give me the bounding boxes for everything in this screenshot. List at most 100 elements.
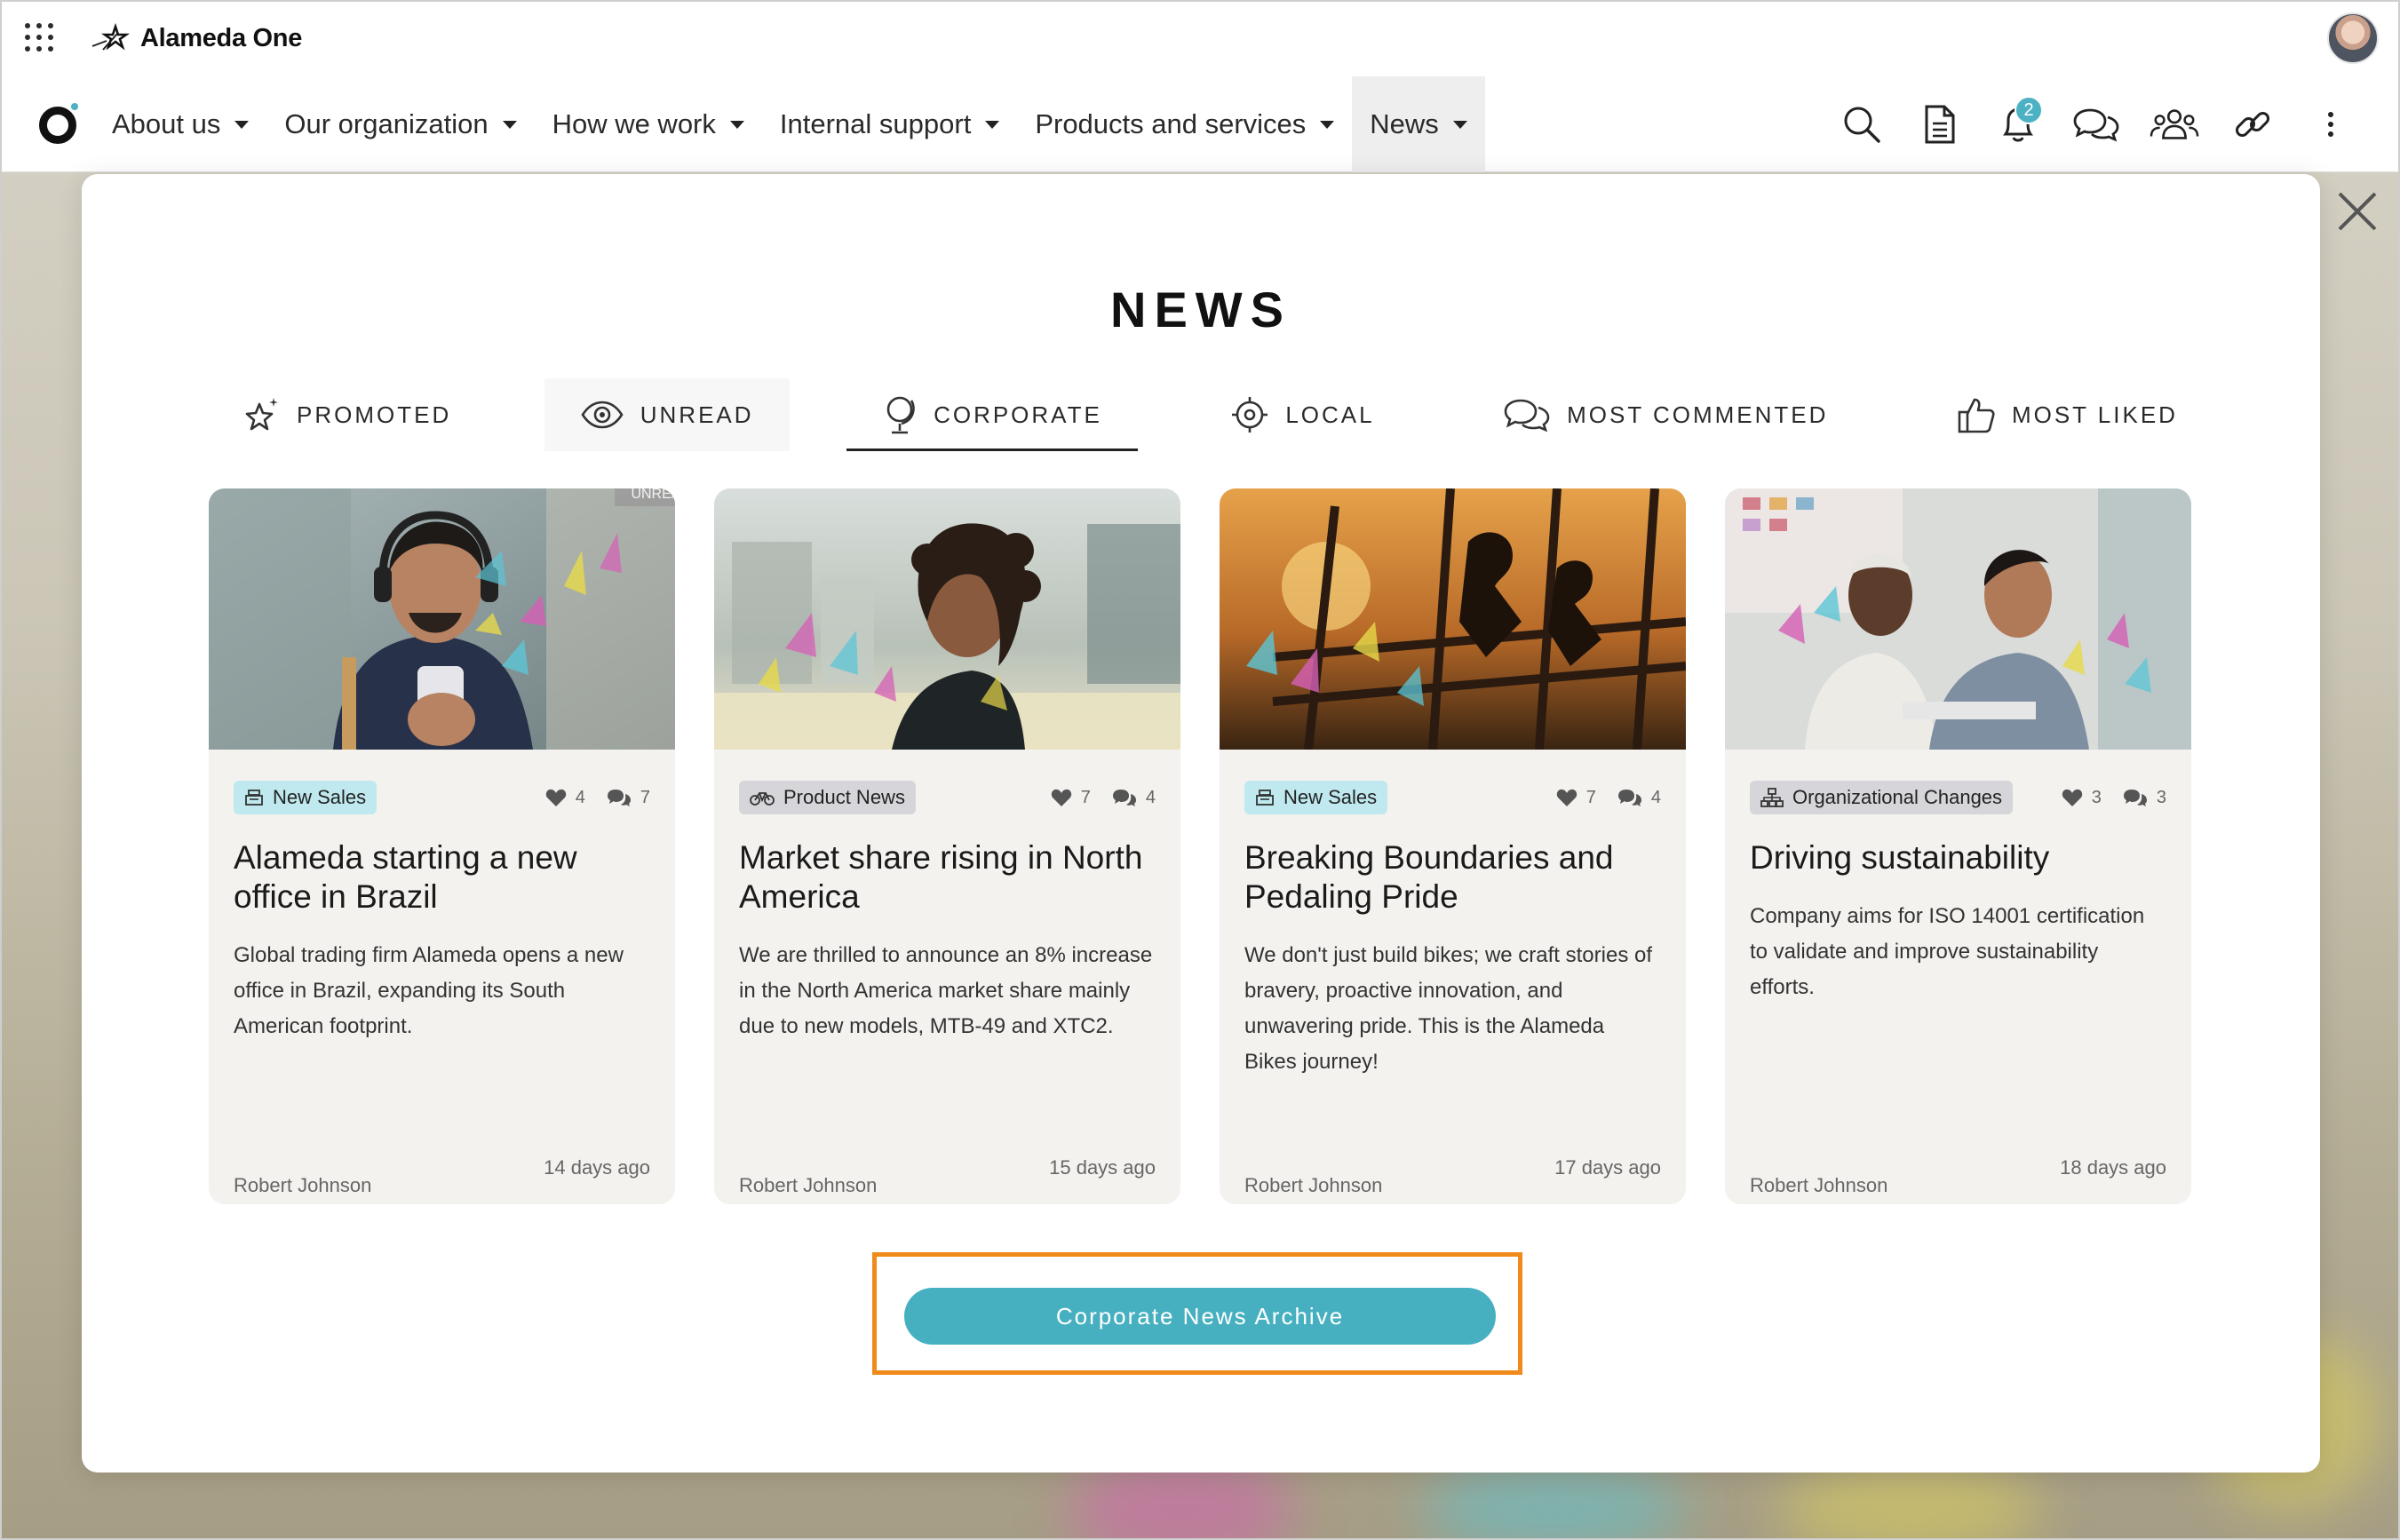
nav-item-label: Internal support: [779, 108, 972, 139]
nav-item-our-organization[interactable]: Our organization: [266, 76, 534, 172]
chat-bubbles-icon: [1504, 399, 1550, 433]
nav-item-internal-support[interactable]: Internal support: [762, 76, 1017, 172]
news-modal: NEWS PROMOTED UNREAD CORPORATE LOCAL MOS…: [82, 174, 2320, 1473]
people-icon[interactable]: [2150, 99, 2199, 149]
comments-icon: [1617, 790, 1641, 806]
category-badge[interactable]: Product News: [739, 781, 916, 814]
app-launcher-icon[interactable]: [25, 23, 53, 52]
tab-label: LOCAL: [1285, 401, 1375, 428]
news-card[interactable]: UNREAD New Sales 4 7 Alameda starting a …: [209, 488, 675, 1204]
nav-item-label: News: [1370, 108, 1439, 139]
category-badge[interactable]: New Sales: [1244, 781, 1388, 814]
brand[interactable]: Alameda One: [91, 18, 302, 59]
category-label: New Sales: [273, 786, 367, 808]
nav-item-label: How we work: [552, 108, 716, 139]
comments-icon: [1112, 790, 1136, 806]
card-stats: 3 3: [2062, 788, 2166, 808]
globe-icon: [886, 396, 915, 434]
more-vertical-icon[interactable]: [2306, 99, 2356, 149]
nav-item-label: Our organization: [284, 108, 489, 139]
tab-label: MOST LIKED: [2011, 401, 2178, 428]
top-bar: Alameda One: [0, 0, 2400, 76]
brand-star-icon: [91, 23, 131, 51]
document-icon[interactable]: [1915, 99, 1965, 149]
nav-item-how-we-work[interactable]: How we work: [535, 76, 762, 172]
category-label: Product News: [783, 786, 905, 808]
category-badge[interactable]: Organizational Changes: [1750, 781, 2014, 814]
sparkle-star-icon: [245, 398, 278, 431]
caret-down-icon: [729, 120, 744, 129]
close-icon[interactable]: [2332, 187, 2382, 236]
comment-count: 4: [1145, 787, 1156, 807]
tab-unread[interactable]: UNREAD: [544, 378, 790, 451]
news-author: Robert Johnson: [234, 1174, 372, 1196]
like-count: 7: [1080, 787, 1091, 807]
org-chart-icon: [1760, 788, 1784, 807]
like-count: 3: [2091, 787, 2102, 807]
heart-icon: [1051, 789, 1071, 806]
news-author: Robert Johnson: [1750, 1174, 1888, 1196]
comments-icon: [607, 790, 631, 806]
category-badge[interactable]: New Sales: [234, 781, 377, 814]
corporate-news-archive-button[interactable]: Corporate News Archive: [904, 1288, 1496, 1345]
news-image: UNREAD: [209, 488, 675, 750]
comments-icon: [2123, 790, 2147, 806]
background-decoration: [1776, 1465, 2043, 1540]
caret-down-icon: [234, 120, 250, 129]
tab-label: PROMOTED: [297, 401, 452, 428]
news-description: Company aims for ISO 14001 certification…: [1750, 904, 2145, 999]
nav-item-products-and-services[interactable]: Products and services: [1017, 76, 1352, 172]
comment-count: 4: [1650, 787, 1661, 807]
target-icon: [1232, 397, 1268, 433]
news-image: [1220, 488, 1686, 750]
tab-most-liked[interactable]: MOST LIKED: [1921, 378, 2213, 451]
news-date: 14 days ago: [544, 1156, 650, 1179]
category-label: New Sales: [1283, 786, 1378, 808]
tab-promoted[interactable]: PROMOTED: [206, 378, 487, 451]
news-cards: UNREAD New Sales 4 7 Alameda starting a …: [209, 488, 2193, 1204]
tab-local[interactable]: LOCAL: [1195, 378, 1410, 451]
news-title: Driving sustainability: [1750, 839, 2050, 876]
category-label: Organizational Changes: [1792, 786, 2003, 808]
nav-item-label: About us: [112, 108, 221, 139]
link-icon[interactable]: [2228, 99, 2277, 149]
news-title: Market share rising in North America: [739, 839, 1143, 915]
caret-down-icon: [1452, 120, 1467, 129]
page-title: NEWS: [1110, 282, 1291, 337]
news-author: Robert Johnson: [1244, 1174, 1383, 1196]
news-card[interactable]: New Sales 7 4 Breaking Boundaries and Pe…: [1220, 488, 1686, 1204]
tab-label: CORPORATE: [934, 401, 1102, 428]
nav-item-label: Products and services: [1035, 108, 1307, 139]
news-date: 15 days ago: [1049, 1156, 1156, 1179]
news-description: Global trading firm Alameda opens a new …: [234, 943, 624, 1038]
cash-register-icon: [245, 790, 263, 806]
tab-most-commented[interactable]: MOST COMMENTED: [1467, 378, 1864, 451]
comment-count: 3: [2156, 787, 2166, 807]
nav-item-about-us[interactable]: About us: [94, 76, 266, 172]
tab-label: UNREAD: [640, 401, 754, 428]
news-description: We are thrilled to announce an 8% increa…: [739, 943, 1153, 1038]
nav-item-news[interactable]: News: [1352, 76, 1485, 172]
user-avatar[interactable]: [2327, 12, 2379, 64]
heart-icon: [1556, 789, 1577, 806]
bell-icon[interactable]: 2: [1993, 96, 2043, 149]
caret-down-icon: [502, 120, 517, 129]
logo-dot: [71, 103, 78, 110]
tab-corporate[interactable]: CORPORATE: [846, 378, 1138, 451]
bicycle-icon: [750, 792, 775, 806]
news-card[interactable]: Product News 7 4 Market share rising in …: [714, 488, 1180, 1204]
like-count: 7: [1585, 787, 1596, 807]
home-logo[interactable]: [39, 107, 76, 144]
news-card[interactable]: Organizational Changes 3 3 Driving susta…: [1725, 488, 2191, 1204]
main-nav: About us Our organization How we work In…: [0, 76, 2400, 172]
unread-tag: UNREAD: [615, 488, 675, 506]
tab-label: MOST COMMENTED: [1567, 401, 1829, 428]
caret-down-icon: [1320, 120, 1335, 129]
search-icon[interactable]: [1837, 99, 1887, 149]
news-tabs: PROMOTED UNREAD CORPORATE LOCAL MOST COM…: [206, 378, 2213, 451]
eye-icon: [581, 401, 624, 429]
chat-icon[interactable]: [2071, 99, 2121, 149]
like-count: 4: [575, 787, 585, 807]
card-stats: 7 4: [1051, 788, 1156, 808]
thumbs-up-icon: [1958, 398, 1995, 433]
